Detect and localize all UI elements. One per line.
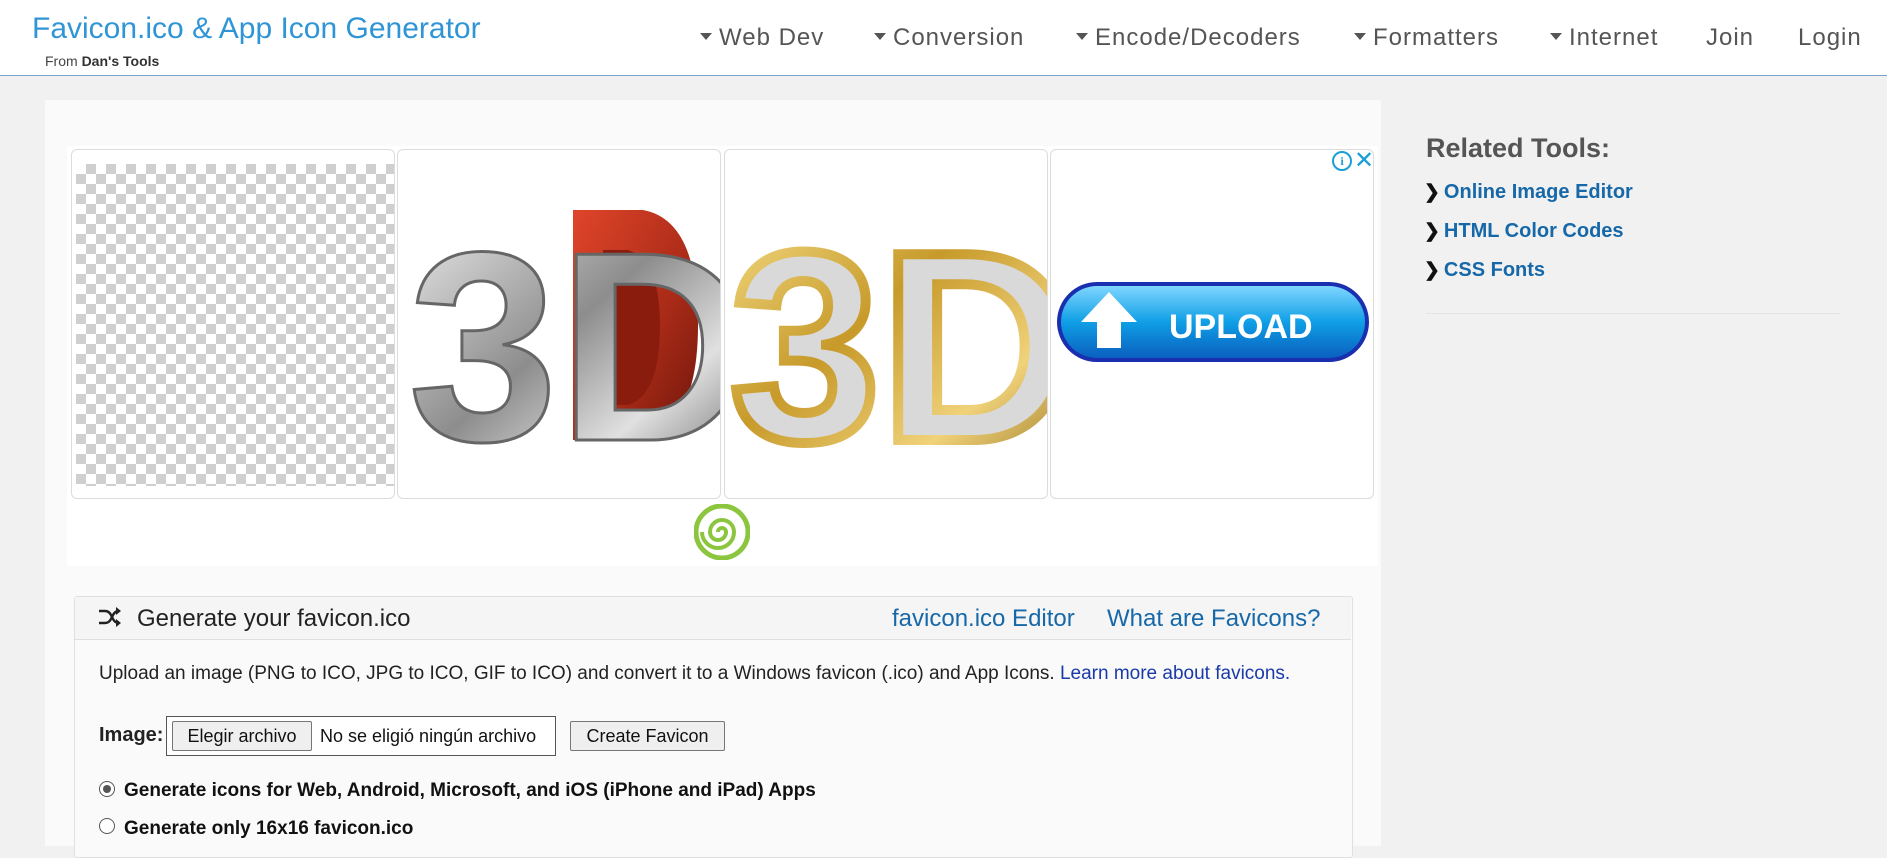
- upload-text: UPLOAD: [1169, 308, 1313, 346]
- nav-label: Conversion: [893, 24, 1025, 51]
- shuffle-icon: [99, 607, 121, 627]
- nav-label: Login: [1798, 24, 1862, 51]
- ad-close-icon[interactable]: ✕: [1354, 146, 1374, 175]
- image-label: Image:: [99, 724, 164, 746]
- top-navbar: Favicon.ico & App Icon Generator From Da…: [0, 0, 1887, 76]
- radio-16x16-only-label[interactable]: Generate only 16x16 favicon.ico: [124, 818, 413, 840]
- related-link-label: Online Image Editor: [1443, 181, 1633, 203]
- caret-down-icon: [1354, 33, 1366, 41]
- nav-conversion[interactable]: Conversion: [874, 24, 1024, 52]
- chevron-right-icon: ❯: [1424, 260, 1440, 281]
- related-link-online-image-editor[interactable]: ❯ Online Image Editor: [1424, 181, 1633, 204]
- learn-more-link[interactable]: Learn more about favicons.: [1060, 663, 1290, 684]
- related-link-css-fonts[interactable]: ❯ CSS Fonts: [1424, 259, 1545, 282]
- spiral-logo-icon: [694, 504, 750, 560]
- create-favicon-button[interactable]: Create Favicon: [570, 721, 725, 751]
- nav-label: Encode/Decoders: [1095, 24, 1301, 51]
- related-tools-title: Related Tools:: [1426, 133, 1611, 163]
- 3d-text: 3D: [730, 197, 1047, 498]
- ad-tile-3d-red[interactable]: 3D: [397, 149, 721, 499]
- related-divider: [1426, 313, 1840, 314]
- nav-web-dev[interactable]: Web Dev: [700, 24, 824, 52]
- radio-all-icons-label[interactable]: Generate icons for Web, Android, Microso…: [124, 780, 816, 802]
- brand-from-name[interactable]: Dan's Tools: [82, 53, 160, 69]
- chevron-right-icon: ❯: [1424, 221, 1440, 242]
- related-link-html-color-codes[interactable]: ❯ HTML Color Codes: [1424, 220, 1624, 243]
- nav-formatters[interactable]: Formatters: [1354, 24, 1499, 52]
- nav-label: Internet: [1569, 24, 1659, 51]
- radio-all-icons[interactable]: [99, 781, 115, 797]
- nav-internet[interactable]: Internet: [1550, 24, 1658, 52]
- transparent-checkerboard-image: [76, 164, 394, 486]
- ad-tile-3d-gold[interactable]: 3D: [724, 149, 1048, 499]
- 3d-text: 3D: [408, 197, 720, 498]
- 3d-red-silver-image: 3D: [407, 196, 721, 499]
- nav-join[interactable]: Join: [1706, 24, 1754, 52]
- nav-label: Formatters: [1373, 24, 1500, 51]
- site-title-link[interactable]: Favicon.ico & App Icon Generator: [32, 12, 481, 46]
- caret-down-icon: [1076, 33, 1088, 41]
- description-text: Upload an image (PNG to ICO, JPG to ICO,…: [99, 663, 1055, 684]
- 3d-gold-silver-image: 3D: [725, 192, 1047, 498]
- generator-description: Upload an image (PNG to ICO, JPG to ICO,…: [99, 663, 1290, 685]
- radio-16x16-only[interactable]: [99, 818, 115, 834]
- chevron-right-icon: ❯: [1424, 182, 1440, 203]
- file-status-text: No se eligió ningún archivo: [320, 726, 537, 746]
- upload-button-image: UPLOAD: [1057, 282, 1369, 362]
- ad-tile-upload[interactable]: UPLOAD: [1050, 149, 1374, 499]
- ad-tile-checkerboard[interactable]: [71, 149, 395, 499]
- what-are-favicons-link[interactable]: What are Favicons?: [1107, 605, 1320, 633]
- favicon-editor-link[interactable]: favicon.ico Editor: [892, 605, 1075, 633]
- caret-down-icon: [700, 33, 712, 41]
- nav-label: Join: [1706, 24, 1755, 51]
- generate-panel-title: Generate your favicon.ico: [137, 605, 411, 632]
- caret-down-icon: [1550, 33, 1562, 41]
- related-link-label: CSS Fonts: [1443, 259, 1546, 281]
- brand-subtitle: From Dan's Tools: [45, 53, 159, 69]
- nav-encode-decoders[interactable]: Encode/Decoders: [1076, 24, 1301, 52]
- nav-login[interactable]: Login: [1798, 24, 1862, 52]
- nav-label: Web Dev: [719, 24, 825, 51]
- brand-from-prefix: From: [45, 53, 78, 69]
- related-link-label: HTML Color Codes: [1443, 220, 1624, 242]
- caret-down-icon: [874, 33, 886, 41]
- ad-info-icon[interactable]: i: [1332, 151, 1352, 171]
- choose-file-button[interactable]: Elegir archivo: [172, 721, 312, 751]
